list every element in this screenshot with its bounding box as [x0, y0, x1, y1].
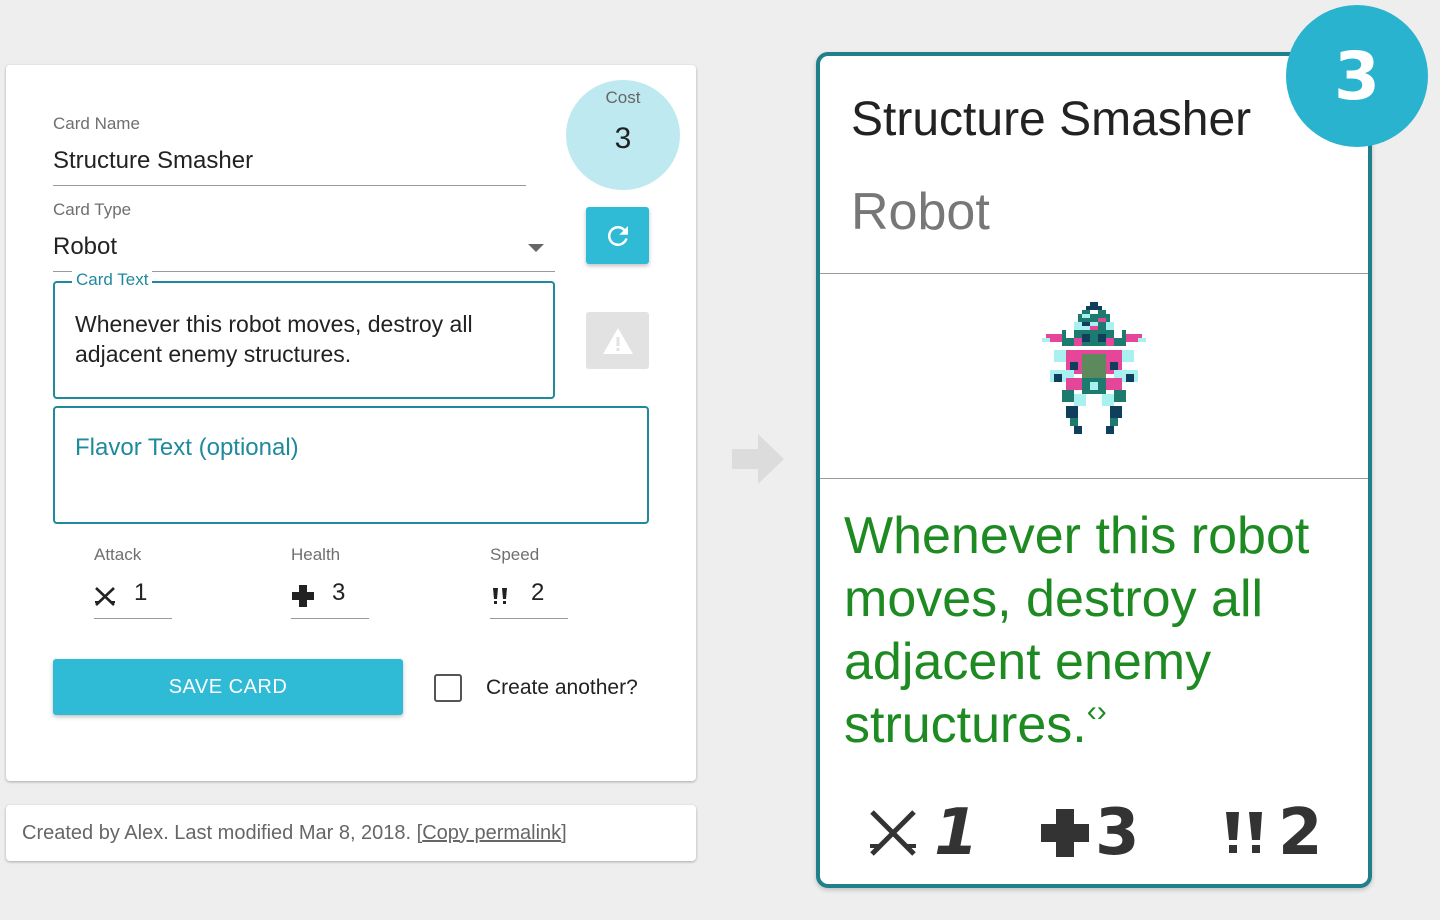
robot-pixel-art [1042, 302, 1146, 434]
create-another-checkbox[interactable] [434, 674, 462, 702]
health-cross-icon [292, 585, 314, 607]
health-underline [291, 618, 369, 619]
health-input[interactable]: 3 [332, 579, 345, 607]
cost-value[interactable]: 3 [566, 122, 680, 156]
preview-divider-top [820, 273, 1368, 274]
save-card-button[interactable]: SAVE CARD [53, 659, 403, 715]
footer-text: Created by Alex. Last modified Mar 8, 20… [22, 821, 423, 844]
attack-input[interactable]: 1 [134, 579, 147, 607]
preview-health-value: 3 [1095, 796, 1140, 870]
footer-text-end: ] [561, 821, 567, 844]
arrow-right-icon [732, 434, 784, 484]
cost-label: Cost [605, 88, 641, 107]
preview-card-text-body: Whenever this robot moves, destroy all a… [844, 507, 1310, 754]
card-type-select[interactable]: Robot [53, 233, 117, 261]
create-another-label[interactable]: Create another? [486, 676, 638, 700]
preview-card-text: Whenever this robot moves, destroy all a… [844, 505, 1354, 757]
speed-label: Speed [490, 545, 540, 564]
card-type-label: Card Type [53, 200, 132, 219]
preview-attack-value: 1 [934, 796, 979, 870]
card-editor-panel: Card Name Structure Smasher Cost 3 Card … [6, 65, 696, 781]
chevron-down-icon[interactable] [528, 244, 544, 252]
card-info-footer: Created by Alex. Last modified Mar 8, 20… [6, 805, 696, 861]
refresh-art-button[interactable] [586, 207, 649, 264]
preview-health-stat: 3 [1039, 796, 1140, 870]
preview-cost-value: 3 [1334, 37, 1380, 115]
preview-attack-stat: 1 [866, 796, 979, 870]
preview-divider-bottom [820, 478, 1368, 479]
card-name-input[interactable]: Structure Smasher [53, 147, 253, 175]
preview-card-name: Structure Smasher [851, 93, 1252, 146]
card-name-label: Card Name [53, 114, 140, 133]
attack-underline [94, 618, 172, 619]
warning-button[interactable] [586, 312, 649, 369]
warning-icon [602, 327, 633, 354]
cost-input[interactable]: Cost 3 [566, 80, 680, 190]
keyword-marker: ‹› [1086, 695, 1107, 728]
crossed-swords-icon [95, 587, 115, 606]
card-name-underline [53, 185, 526, 186]
preview-card-type: Robot [851, 183, 990, 241]
footprints-icon [493, 588, 507, 604]
attack-label: Attack [94, 545, 142, 564]
speed-underline [490, 618, 568, 619]
refresh-icon [607, 225, 628, 246]
crossed-swords-icon [870, 810, 916, 856]
preview-speed-stat: 2 [1222, 796, 1323, 870]
footprints-icon [1226, 812, 1262, 853]
flavor-text-placeholder: Flavor Text (optional) [75, 434, 299, 461]
card-text-input[interactable]: Whenever this robot moves, destroy all a… [75, 309, 545, 369]
health-cross-icon [1041, 809, 1089, 857]
flavor-text-field[interactable] [53, 406, 649, 524]
card-preview: Structure Smasher Robot Whenever this ro… [816, 52, 1372, 888]
copy-permalink-link[interactable]: Copy permalink [422, 822, 561, 845]
health-label: Health [291, 545, 341, 564]
preview-cost-badge: 3 [1286, 5, 1428, 147]
speed-input[interactable]: 2 [531, 579, 544, 607]
preview-speed-value: 2 [1278, 796, 1323, 870]
card-text-label: Card Text [72, 270, 153, 290]
